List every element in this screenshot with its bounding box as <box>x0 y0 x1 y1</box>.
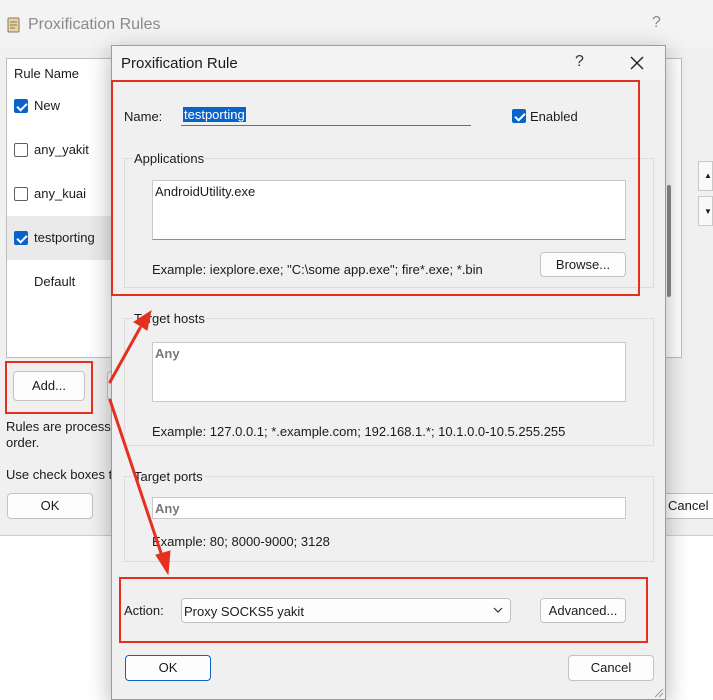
rule-row-any-yakit[interactable]: any_yakit <box>7 128 111 172</box>
target-hosts-example: Example: 127.0.0.1; *.example.com; 192.1… <box>152 424 566 439</box>
rule-name: any_kuai <box>34 186 87 201</box>
action-label: Action: <box>124 603 164 618</box>
ok-button[interactable]: OK <box>125 655 211 681</box>
triangle-up-icon: ▲ <box>704 171 712 180</box>
rules-info-text: Use check boxes to <box>6 467 120 482</box>
app-icon <box>7 17 20 33</box>
applications-example: Example: iexplore.exe; "C:\some app.exe"… <box>152 262 483 277</box>
dialog-help-icon[interactable]: ? <box>575 53 584 71</box>
rule-enabled-checkbox[interactable] <box>14 231 28 245</box>
name-label: Name: <box>124 109 163 124</box>
rule-name: Default <box>34 274 76 289</box>
rule-name-column-header[interactable]: Rule Name <box>14 66 79 81</box>
target-ports-value: Any <box>155 501 180 516</box>
rule-name-input[interactable]: testporting <box>181 104 471 126</box>
rule-row-default[interactable]: Default <box>7 260 111 304</box>
rules-info-text: Rules are processe <box>6 419 118 434</box>
add-rule-button[interactable]: Add... <box>13 371 85 401</box>
rules-ok-button[interactable]: OK <box>7 493 93 519</box>
triangle-down-icon: ▼ <box>704 207 712 216</box>
rule-enabled-checkbox[interactable] <box>14 143 28 157</box>
dialog-title: Proxification Rule <box>121 55 238 72</box>
target-hosts-input[interactable]: Any <box>152 342 626 402</box>
rule-row-testporting[interactable]: testporting <box>7 216 111 260</box>
action-value: Proxy SOCKS5 yakit <box>184 604 304 619</box>
applications-value: AndroidUtility.exe <box>155 184 256 199</box>
rules-info-text: order. <box>6 435 40 450</box>
target-ports-label: Target ports <box>133 469 204 484</box>
rule-name: testporting <box>34 230 95 245</box>
applications-label: Applications <box>133 151 206 166</box>
rule-row-any-kuai[interactable]: any_kuai <box>7 172 111 216</box>
rule-name: any_yakit <box>34 142 89 157</box>
browse-button[interactable]: Browse... <box>540 252 626 277</box>
cancel-button[interactable]: Cancel <box>568 655 654 681</box>
resize-grip-icon[interactable] <box>652 686 664 698</box>
action-dropdown[interactable]: Proxy SOCKS5 yakit <box>181 598 511 623</box>
enabled-checkbox[interactable] <box>512 109 526 123</box>
rule-enabled-checkbox[interactable] <box>14 99 28 113</box>
advanced-button[interactable]: Advanced... <box>540 598 626 623</box>
rule-name-value: testporting <box>183 107 246 122</box>
target-ports-input[interactable]: Any <box>152 497 626 519</box>
target-hosts-label: Target hosts <box>133 311 206 326</box>
applications-input[interactable]: AndroidUtility.exe <box>152 180 626 240</box>
chevron-down-icon <box>493 607 503 613</box>
close-icon[interactable] <box>624 50 650 76</box>
rule-enabled-checkbox[interactable] <box>14 187 28 201</box>
target-ports-group <box>124 476 654 562</box>
target-hosts-value: Any <box>155 346 180 361</box>
rule-row-new[interactable]: New <box>7 84 111 128</box>
rule-name: New <box>34 98 61 113</box>
rules-window-title: Proxification Rules <box>28 16 161 33</box>
enabled-label[interactable]: Enabled <box>530 109 578 124</box>
target-ports-example: Example: 80; 8000-9000; 3128 <box>152 534 330 549</box>
move-down-button[interactable]: ▼ <box>698 196 713 226</box>
move-up-button[interactable]: ▲ <box>698 161 713 191</box>
rules-list-scrollbar[interactable] <box>667 185 671 297</box>
rules-window-help-icon[interactable]: ? <box>652 14 661 32</box>
